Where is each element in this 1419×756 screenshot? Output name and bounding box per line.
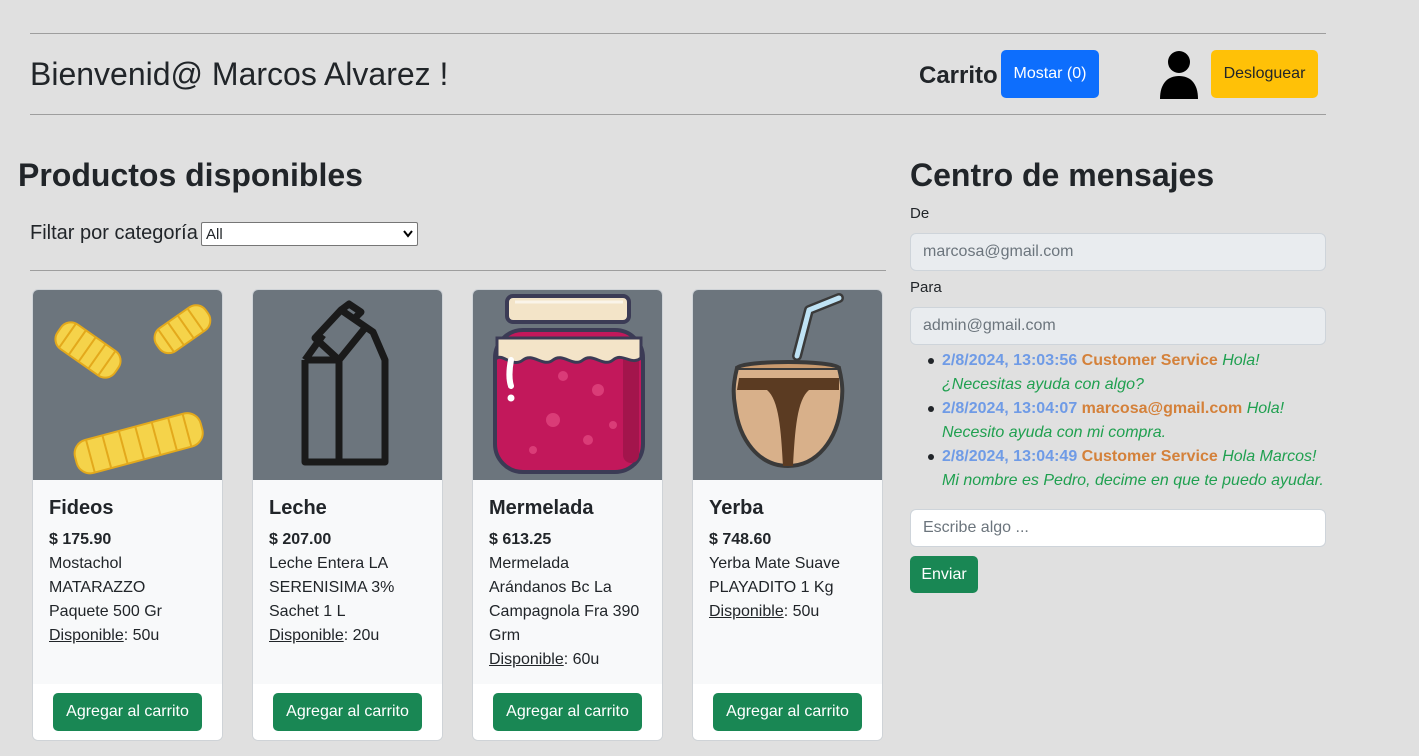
chevron-down-icon <box>403 230 413 238</box>
product-description: Mostachol MATARAZZO Paquete 500 Gr <box>49 555 162 620</box>
add-to-cart-button-yerba[interactable]: Agregar al carrito <box>713 693 862 731</box>
add-to-cart-button-leche[interactable]: Agregar al carrito <box>273 693 422 731</box>
card-footer: Agregar al carrito <box>33 684 222 740</box>
product-name: Mermelada <box>489 497 594 519</box>
category-filter-value: All <box>206 225 223 243</box>
mate-gourd-icon <box>693 290 882 480</box>
product-description: Leche Entera LA SERENISIMA 3% Sachet 1 L <box>269 555 395 620</box>
pasta-icon <box>33 290 222 480</box>
message-item: 2/8/2024, 13:03:56 Customer Service Hola… <box>910 349 1326 397</box>
stock-value: : 20u <box>343 627 380 644</box>
message-user: marcosa@gmail.com <box>1081 400 1243 417</box>
message-item: 2/8/2024, 13:04:49 Customer Service Hola… <box>910 445 1326 493</box>
logout-button[interactable]: Desloguear <box>1211 50 1318 98</box>
message-date: 2/8/2024, 13:04:49 <box>942 448 1078 465</box>
add-to-cart-button-fideos[interactable]: Agregar al carrito <box>53 693 202 731</box>
cart-label: Carrito <box>919 62 998 89</box>
product-description: Mermelada Arándanos Bc La Campagnola Fra… <box>489 555 640 644</box>
product-price: $ 613.25 <box>489 531 552 548</box>
product-stock: Disponible: 20u <box>269 624 429 648</box>
product-card-yerba: Yerba $ 748.60 Yerba Mate Suave PLAYADIT… <box>692 289 883 741</box>
product-card-fideos: Fideos $ 175.90 Mostachol MATARAZZO Paqu… <box>32 289 223 741</box>
card-footer: Agregar al carrito <box>693 684 882 740</box>
product-price: $ 748.60 <box>709 531 772 548</box>
product-name: Fideos <box>49 497 114 519</box>
product-card-mermelada: Mermelada $ 613.25 Mermelada Arándanos B… <box>472 289 663 741</box>
product-price: $ 175.90 <box>49 531 112 548</box>
product-stock: Disponible: 60u <box>489 648 649 672</box>
message-date: 2/8/2024, 13:04:07 <box>942 400 1078 417</box>
send-button[interactable]: Enviar <box>910 556 978 593</box>
stock-value: : 50u <box>783 603 820 620</box>
stock-value: : 60u <box>563 651 600 668</box>
message-item: 2/8/2024, 13:04:07 marcosa@gmail.com Hol… <box>910 397 1326 445</box>
category-filter-select[interactable]: All <box>201 222 418 246</box>
from-field: marcosa@gmail.com <box>910 233 1326 271</box>
add-to-cart-button-mermelada[interactable]: Agregar al carrito <box>493 693 642 731</box>
header-bottom-divider <box>30 114 1326 115</box>
to-field: admin@gmail.com <box>910 307 1326 345</box>
message-user: Customer Service <box>1081 352 1218 369</box>
stock-label: Disponible <box>49 627 124 644</box>
from-label: De <box>910 205 930 222</box>
product-stock: Disponible: 50u <box>49 624 209 648</box>
filter-label: Filtar por categoría <box>30 222 198 244</box>
stock-label: Disponible <box>709 603 784 620</box>
stock-value: : 50u <box>123 627 160 644</box>
products-heading: Productos disponibles <box>18 157 363 193</box>
products-divider <box>30 270 886 271</box>
card-footer: Agregar al carrito <box>473 684 662 740</box>
product-card-leche: Leche $ 207.00 Leche Entera LA SERENISIM… <box>252 289 443 741</box>
user-avatar-icon <box>1158 49 1200 99</box>
message-list: 2/8/2024, 13:03:56 Customer Service Hola… <box>910 349 1326 493</box>
milk-carton-icon <box>253 290 442 480</box>
product-description: Yerba Mate Suave PLAYADITO 1 Kg <box>709 555 841 596</box>
message-user: Customer Service <box>1081 448 1218 465</box>
stock-label: Disponible <box>489 651 564 668</box>
product-price: $ 207.00 <box>269 531 332 548</box>
product-stock: Disponible: 50u <box>709 600 869 624</box>
to-label: Para <box>910 279 942 296</box>
show-cart-button[interactable]: Mostar (0) <box>1001 50 1099 98</box>
message-input[interactable]: Escribe algo ... <box>910 509 1326 547</box>
message-date: 2/8/2024, 13:03:56 <box>942 352 1078 369</box>
header-top-divider <box>30 33 1326 34</box>
product-name: Yerba <box>709 497 764 519</box>
card-footer: Agregar al carrito <box>253 684 442 740</box>
messages-heading: Centro de mensajes <box>910 157 1215 193</box>
product-name: Leche <box>269 497 327 519</box>
jam-jar-icon <box>473 290 662 480</box>
welcome-title: Bienvenid@ Marcos Alvarez ! <box>30 56 449 92</box>
stock-label: Disponible <box>269 627 344 644</box>
